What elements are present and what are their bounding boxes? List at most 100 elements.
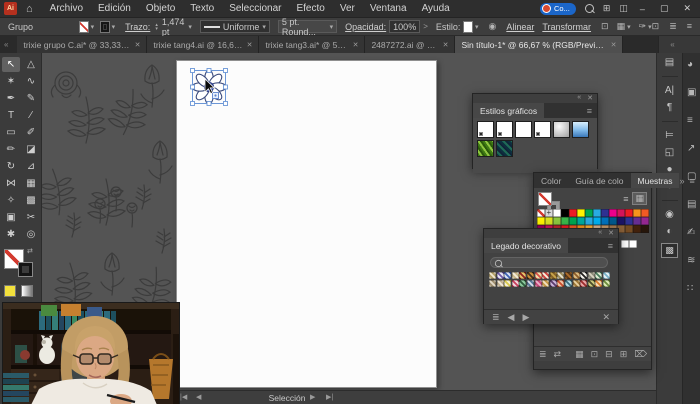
arrange-documents-icon[interactable]: ⊞ xyxy=(603,3,611,14)
opacity-link[interactable]: Opacidad: xyxy=(345,22,386,32)
pattern-swatch[interactable] xyxy=(504,279,512,287)
new-color-group-icon[interactable]: ⊟ xyxy=(605,349,613,360)
pattern-swatch[interactable] xyxy=(489,279,496,287)
style-dark-texture[interactable] xyxy=(496,140,513,157)
panel-close-icon[interactable]: ✕ xyxy=(608,229,614,237)
stroke-color-swatch[interactable] xyxy=(100,20,110,33)
panel-drag-strip[interactable]: « ✕ xyxy=(484,229,618,238)
menu-ver[interactable]: Ver xyxy=(340,3,355,14)
panel-collapse-icon[interactable]: » xyxy=(679,176,684,186)
color-mode-button[interactable] xyxy=(4,285,16,297)
panel-menu-icon[interactable]: ≡ xyxy=(690,176,695,186)
style-default[interactable] xyxy=(477,121,494,138)
tab-close-icon[interactable]: ✕ xyxy=(611,41,617,49)
character-icon[interactable]: A| xyxy=(665,85,674,96)
swatch[interactable] xyxy=(585,217,593,225)
swatch[interactable] xyxy=(537,209,545,217)
eraser-tool[interactable]: ◪ xyxy=(22,142,40,157)
pattern-swatch[interactable] xyxy=(549,279,557,287)
fill-indicator-swatch[interactable] xyxy=(538,192,552,206)
panel-menu-icon[interactable]: ≡ xyxy=(587,106,592,116)
last-artboard-icon[interactable]: ▶| xyxy=(326,393,333,401)
touch-workspace-icon[interactable]: ⊡ xyxy=(652,21,660,32)
draw-icon[interactable]: ✍ xyxy=(687,227,695,238)
pattern-swatch[interactable] xyxy=(602,279,610,287)
swatch[interactable] xyxy=(641,217,649,225)
align-link[interactable]: Alinear xyxy=(506,22,534,32)
stroke-weight-value[interactable]: 1,474 pt xyxy=(162,17,187,37)
style-swatch[interactable] xyxy=(463,20,473,33)
swatch[interactable] xyxy=(577,217,585,225)
tab-close-icon[interactable]: ✕ xyxy=(443,41,449,49)
selection-tool[interactable]: ↖ xyxy=(2,57,20,72)
properties-icon[interactable]: ≋ xyxy=(687,255,695,266)
swatch[interactable] xyxy=(601,217,609,225)
pattern-swatch[interactable] xyxy=(580,272,588,279)
swatch-import-icon[interactable]: ⇄ xyxy=(554,349,562,360)
curvature-tool[interactable]: ✎ xyxy=(22,91,40,106)
swatch[interactable] xyxy=(609,217,617,225)
pattern-swatch[interactable] xyxy=(519,279,527,287)
swatch-libraries-icon[interactable]: ≣ xyxy=(539,349,547,360)
pattern-swatch[interactable] xyxy=(526,279,534,287)
list-view-icon[interactable]: ≡ xyxy=(623,194,628,204)
export-icon[interactable]: ↗ xyxy=(687,143,695,154)
swatch[interactable] xyxy=(641,209,649,217)
style-chevron-icon[interactable]: ▾ xyxy=(475,23,479,31)
swatch[interactable] xyxy=(553,209,561,217)
swatch[interactable] xyxy=(625,225,633,233)
line-segment-tool[interactable]: ∕ xyxy=(22,108,40,123)
swatch[interactable] xyxy=(561,217,569,225)
swatch[interactable] xyxy=(633,209,641,217)
recolor-artwork-icon[interactable]: ◉ xyxy=(488,21,496,32)
pattern-swatch[interactable] xyxy=(496,272,504,279)
menu-lines-icon[interactable]: ≡ xyxy=(687,115,693,126)
user-account-button[interactable]: Co... xyxy=(540,2,576,15)
grid-view-icon[interactable]: ▦ xyxy=(632,192,647,205)
mesh-tool[interactable]: ▩ xyxy=(22,193,40,208)
document-tab[interactable]: trixie grupo C.ai* @ 33,33 % (R... ✕ xyxy=(17,36,148,53)
paragraph-icon[interactable]: ¶ xyxy=(667,102,672,113)
document-tab[interactable]: 2487272.ai @ 66,67 % (RGB/Pre... ✕ xyxy=(365,36,456,53)
swatch[interactable] xyxy=(545,208,553,217)
delete-swatch-icon[interactable]: ⌦ xyxy=(634,349,647,360)
swatch[interactable] xyxy=(629,240,637,248)
pattern-swatch[interactable] xyxy=(572,279,580,287)
pattern-swatch[interactable] xyxy=(564,279,572,287)
opacity-input[interactable]: 100% xyxy=(389,20,421,33)
swatch[interactable] xyxy=(593,209,601,217)
paintbrush-tool[interactable]: ✐ xyxy=(22,125,40,140)
delete-pattern-icon[interactable]: ✕ xyxy=(602,312,610,323)
swatch[interactable] xyxy=(617,209,625,217)
menu-archivo[interactable]: Archivo xyxy=(50,3,83,14)
panel-close-icon[interactable]: ✕ xyxy=(587,94,593,102)
pattern-libraries-icon[interactable]: ≣ xyxy=(492,312,500,323)
pattern-swatch[interactable] xyxy=(534,279,542,287)
fill-color-swatch[interactable] xyxy=(79,20,89,33)
menu-ayuda[interactable]: Ayuda xyxy=(422,3,450,14)
swatch[interactable] xyxy=(617,217,625,225)
tab-color[interactable]: Color xyxy=(534,173,568,188)
color-panel-icon[interactable]: ▣ xyxy=(687,87,696,98)
prev-artboard-icon[interactable]: ◀ xyxy=(196,393,201,401)
stepper-down-icon[interactable]: ▾ xyxy=(155,26,158,31)
3d-materials-icon[interactable]: ◉ xyxy=(665,209,674,220)
style-white-4[interactable] xyxy=(534,121,551,138)
stroke-weight-chevron-icon[interactable]: ▾ xyxy=(188,23,192,31)
pattern-search-input[interactable] xyxy=(490,257,608,268)
direct-selection-tool[interactable]: △ xyxy=(22,57,40,72)
rotate-tool[interactable]: ↻ xyxy=(2,159,20,174)
swatch[interactable] xyxy=(545,217,553,225)
docs-list-icon[interactable]: ≣ xyxy=(669,21,677,32)
pattern-swatch[interactable] xyxy=(595,272,603,279)
free-transform-tool[interactable]: ▦ xyxy=(22,176,40,191)
swatch[interactable] xyxy=(553,217,561,225)
pattern-swatch[interactable] xyxy=(580,279,588,287)
isolate-icon[interactable]: ⊡ xyxy=(601,21,609,32)
stroke-chevron-icon[interactable]: ▾ xyxy=(112,23,116,31)
swatch[interactable] xyxy=(633,217,641,225)
document-tab[interactable]: trixie tang3.ai* @ 50 % (RGB/Pr... ✕ xyxy=(259,36,366,53)
swatch-kinds-icon[interactable]: ▦ xyxy=(575,349,584,360)
pattern-swatch[interactable] xyxy=(572,272,580,279)
align-icon[interactable]: ⊨ xyxy=(665,130,674,141)
